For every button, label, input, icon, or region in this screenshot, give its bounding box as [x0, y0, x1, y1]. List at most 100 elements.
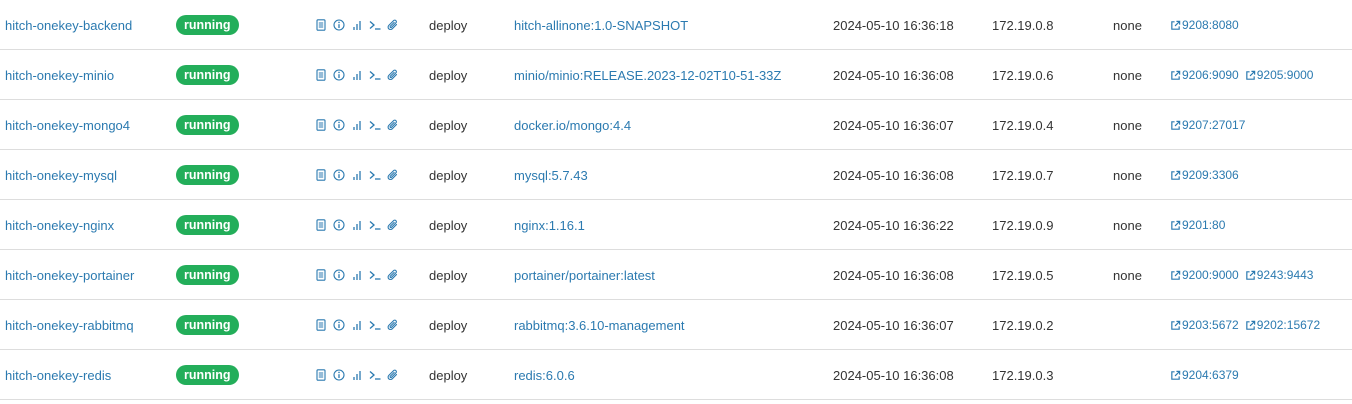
external-link-icon — [1170, 270, 1182, 281]
image-cell: minio/minio:RELEASE.2023-12-02T10-51-33Z — [514, 50, 781, 100]
logs-icon[interactable] — [315, 69, 327, 81]
port-mapping: 9207:27017 — [1182, 118, 1246, 132]
logs-icon[interactable] — [315, 219, 327, 231]
ip-address: 172.19.0.6 — [992, 67, 1054, 83]
console-icon[interactable] — [369, 219, 381, 231]
quick-actions — [315, 200, 399, 250]
console-icon[interactable] — [369, 69, 381, 81]
published-port-link[interactable]: 9205:9000 — [1245, 68, 1313, 82]
stats-icon[interactable] — [351, 169, 363, 181]
stats-icon[interactable] — [351, 69, 363, 81]
attach-icon[interactable] — [387, 169, 399, 181]
stats-icon[interactable] — [351, 269, 363, 281]
attach-icon[interactable] — [387, 319, 399, 331]
published-port-link[interactable]: 9200:9000 — [1170, 268, 1239, 282]
published-port-link[interactable]: 9209:3306 — [1170, 168, 1239, 182]
logs-icon[interactable] — [315, 319, 327, 331]
published-port-link[interactable]: 9208:8080 — [1170, 18, 1239, 32]
table-row: hitch-onekey-backend running deploy hitch-a… — [0, 0, 1352, 50]
attach-icon[interactable] — [387, 219, 399, 231]
ip-address: 172.19.0.4 — [992, 117, 1054, 133]
stats-icon[interactable] — [351, 369, 363, 381]
stats-icon[interactable] — [351, 19, 363, 31]
published-port-link[interactable]: 9202:15672 — [1245, 318, 1320, 332]
gpus-cell: none — [1113, 200, 1142, 250]
console-icon[interactable] — [369, 19, 381, 31]
created-timestamp: 2024-05-10 16:36:07 — [833, 117, 954, 133]
attach-icon[interactable] — [387, 119, 399, 131]
stats-icon[interactable] — [351, 319, 363, 331]
inspect-icon[interactable] — [333, 169, 345, 181]
created-timestamp: 2024-05-10 16:36:08 — [833, 367, 954, 383]
image-link[interactable]: mysql:5.7.43 — [514, 168, 588, 183]
console-icon[interactable] — [369, 269, 381, 281]
image-link[interactable]: nginx:1.16.1 — [514, 218, 585, 233]
gpus-cell: none — [1113, 0, 1142, 50]
image-link[interactable]: minio/minio:RELEASE.2023-12-02T10-51-33Z — [514, 68, 781, 83]
logs-icon[interactable] — [315, 119, 327, 131]
state-cell: running — [176, 200, 239, 250]
inspect-icon[interactable] — [333, 119, 345, 131]
stats-icon[interactable] — [351, 219, 363, 231]
table-row: hitch-onekey-nginx running deploy nginx:1.1… — [0, 200, 1352, 250]
container-name-link[interactable]: hitch-onekey-nginx — [5, 218, 114, 233]
gpus-cell: none — [1113, 150, 1142, 200]
attach-icon[interactable] — [387, 19, 399, 31]
logs-icon[interactable] — [315, 269, 327, 281]
image-link[interactable]: redis:6.0.6 — [514, 368, 575, 383]
external-link-icon — [1170, 70, 1182, 81]
gpus-cell: none — [1113, 100, 1142, 150]
container-name-link[interactable]: hitch-onekey-portainer — [5, 268, 134, 283]
published-port-link[interactable]: 9207:27017 — [1170, 118, 1245, 132]
state-cell: running — [176, 150, 239, 200]
gpus-value: none — [1113, 217, 1142, 233]
attach-icon[interactable] — [387, 369, 399, 381]
stack-cell: deploy — [429, 50, 467, 100]
published-port-link[interactable]: 9206:9090 — [1170, 68, 1239, 82]
logs-icon[interactable] — [315, 19, 327, 31]
published-port-link[interactable]: 9243:9443 — [1245, 268, 1313, 282]
inspect-icon[interactable] — [333, 19, 345, 31]
container-name-link[interactable]: hitch-onekey-backend — [5, 18, 132, 33]
attach-icon[interactable] — [387, 269, 399, 281]
stats-icon[interactable] — [351, 119, 363, 131]
console-icon[interactable] — [369, 119, 381, 131]
container-name-link[interactable]: hitch-onekey-mysql — [5, 168, 117, 183]
container-name-link[interactable]: hitch-onekey-minio — [5, 68, 114, 83]
ip-address: 172.19.0.8 — [992, 17, 1054, 33]
status-badge: running — [176, 115, 239, 135]
image-link[interactable]: portainer/portainer:latest — [514, 268, 655, 283]
inspect-icon[interactable] — [333, 319, 345, 331]
ports-cell: 9204:6379 — [1170, 350, 1245, 400]
container-name-link[interactable]: hitch-onekey-rabbitmq — [5, 318, 134, 333]
attach-icon[interactable] — [387, 69, 399, 81]
name-cell: hitch-onekey-mysql — [5, 150, 117, 200]
inspect-icon[interactable] — [333, 219, 345, 231]
port-mapping: 9209:3306 — [1182, 168, 1239, 182]
inspect-icon[interactable] — [333, 369, 345, 381]
logs-icon[interactable] — [315, 369, 327, 381]
published-port-link[interactable]: 9204:6379 — [1170, 368, 1239, 382]
state-cell: running — [176, 50, 239, 100]
published-port-link[interactable]: 9203:5672 — [1170, 318, 1239, 332]
stack-name: deploy — [429, 117, 468, 133]
status-badge: running — [176, 265, 239, 285]
published-port-link[interactable]: 9201:80 — [1170, 218, 1225, 232]
gpus-value: none — [1113, 17, 1142, 33]
stack-name: deploy — [429, 367, 468, 383]
console-icon[interactable] — [369, 369, 381, 381]
container-name-link[interactable]: hitch-onekey-redis — [5, 368, 111, 383]
ports-cell: 9201:80 — [1170, 200, 1231, 250]
inspect-icon[interactable] — [333, 69, 345, 81]
image-link[interactable]: rabbitmq:3.6.10-management — [514, 318, 685, 333]
console-icon[interactable] — [369, 169, 381, 181]
ports-cell: 9203:5672 9202:15672 — [1170, 300, 1326, 350]
ip-cell: 172.19.0.3 — [992, 350, 1053, 400]
container-name-link[interactable]: hitch-onekey-mongo4 — [5, 118, 130, 133]
console-icon[interactable] — [369, 319, 381, 331]
image-link[interactable]: hitch-allinone:1.0-SNAPSHOT — [514, 18, 688, 33]
logs-icon[interactable] — [315, 169, 327, 181]
inspect-icon[interactable] — [333, 269, 345, 281]
created-timestamp: 2024-05-10 16:36:08 — [833, 67, 954, 83]
image-link[interactable]: docker.io/mongo:4.4 — [514, 118, 631, 133]
